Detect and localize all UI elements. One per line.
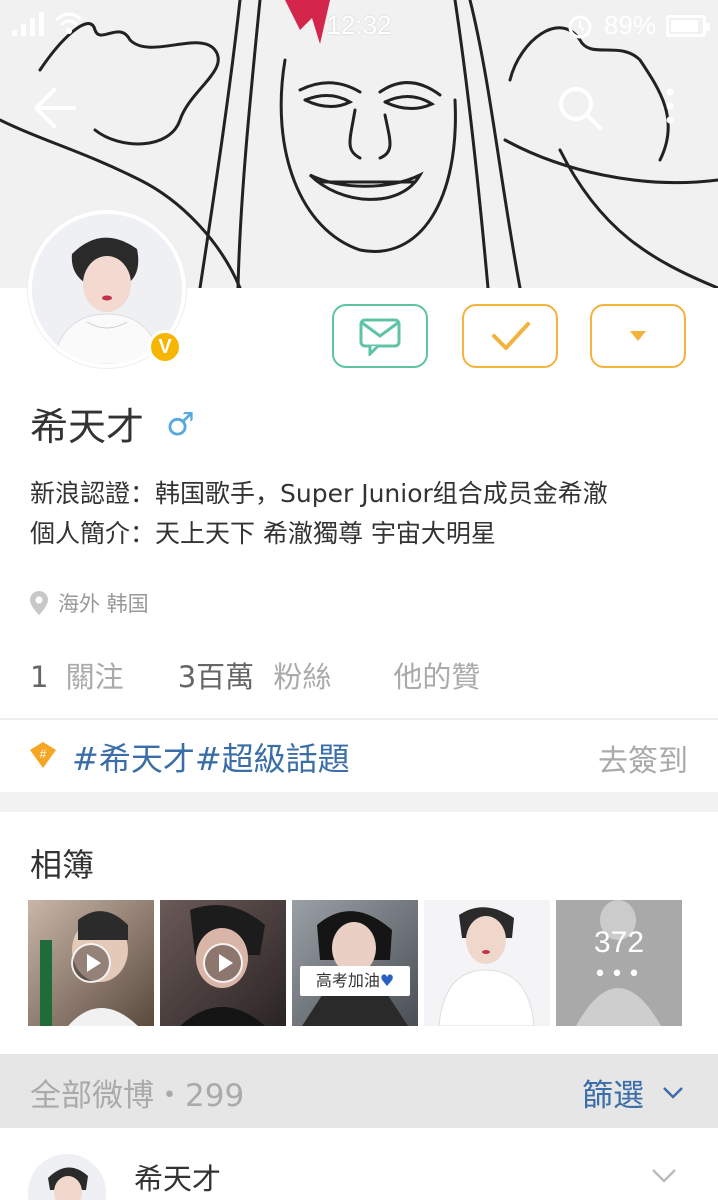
followers-label: 粉絲 [273, 660, 332, 694]
follow-button[interactable] [462, 304, 558, 368]
battery-percent: 89% [603, 10, 656, 40]
play-icon [71, 943, 111, 983]
album-section: 相簿 高考加油♥ 372 ••• [0, 812, 718, 1054]
followers-stat[interactable]: 3百萬 粉絲 [178, 654, 332, 696]
super-topic-icon: # [30, 742, 56, 768]
back-arrow-icon[interactable] [30, 80, 86, 136]
post-author-name[interactable]: 希天才 [134, 1156, 221, 1198]
album-more-tile[interactable]: 372 ••• [556, 900, 682, 1026]
bio-text: 個人簡介：天上天下 希澈獨尊 宇宙大明星 [30, 519, 496, 548]
feed-header: 全部微博・299 篩選 [0, 1054, 718, 1128]
more-options-button[interactable] [590, 304, 686, 368]
followers-count: 3百萬 [177, 660, 255, 694]
likes-stat[interactable]: 他的贊 [393, 654, 480, 696]
super-topic-row[interactable]: # #希天才#超級話題 去簽到 [0, 720, 718, 792]
post-item[interactable]: 希天才 [0, 1128, 718, 1200]
message-icon [359, 318, 401, 356]
following-count: 1 [30, 660, 49, 694]
verified-badge: V [148, 330, 182, 364]
profile-stats: 1 關注 3百萬 粉絲 他的贊 [30, 654, 480, 696]
alarm-icon [568, 15, 592, 38]
album-photo[interactable] [160, 900, 286, 1026]
check-icon [492, 322, 530, 350]
album-photos: 高考加油♥ 372 ••• [28, 900, 682, 1026]
more-dots-icon: ••• [593, 962, 645, 987]
male-icon: ♂ [166, 404, 195, 443]
chevron-down-icon[interactable] [650, 1166, 678, 1186]
album-photo[interactable]: 高考加油♥ [292, 900, 418, 1026]
album-photo[interactable] [28, 900, 154, 1026]
search-icon[interactable] [552, 80, 608, 136]
caret-down-icon [630, 331, 646, 341]
chevron-down-icon [663, 1086, 683, 1099]
album-title: 相簿 [30, 846, 95, 884]
following-label: 關注 [65, 660, 124, 694]
svg-text:#: # [40, 747, 47, 761]
message-button[interactable] [332, 304, 428, 368]
photo-caption: 高考加油♥ [300, 966, 410, 996]
top-action-bar [0, 80, 718, 136]
status-bar: 12:32 89% [0, 0, 718, 50]
location-text: 海外 韩国 [58, 592, 149, 616]
play-icon [203, 943, 243, 983]
following-stat[interactable]: 1 關注 [30, 654, 124, 696]
location-pin-icon [30, 591, 48, 615]
location: 海外 韩国 [30, 588, 149, 618]
filter-label: 篩選 [582, 1078, 644, 1114]
album-photo-count: 372 [593, 926, 645, 959]
check-in-button[interactable]: 去簽到 [598, 736, 688, 780]
profile-name: 希天才 [30, 405, 145, 449]
name-row: 希天才 ♂ [30, 396, 195, 451]
battery-icon [666, 14, 710, 37]
more-vertical-icon[interactable] [658, 80, 682, 136]
post-author-avatar[interactable] [28, 1154, 106, 1200]
verification-text: 新浪認證：韩国歌手，Super Junior组合成员金希澈 [30, 479, 608, 508]
album-photo[interactable] [424, 900, 550, 1026]
filter-button[interactable]: 篩選 [582, 1070, 684, 1115]
super-topic-label: #希天才#超級話題 [72, 740, 350, 778]
likes-label: 他的贊 [393, 660, 481, 694]
profile-description: 新浪認證：韩国歌手，Super Junior组合成员金希澈 個人簡介：天上天下 … [30, 474, 608, 554]
status-icons-right: 89% [566, 10, 710, 41]
all-posts-count: 全部微博・299 [30, 1078, 245, 1114]
